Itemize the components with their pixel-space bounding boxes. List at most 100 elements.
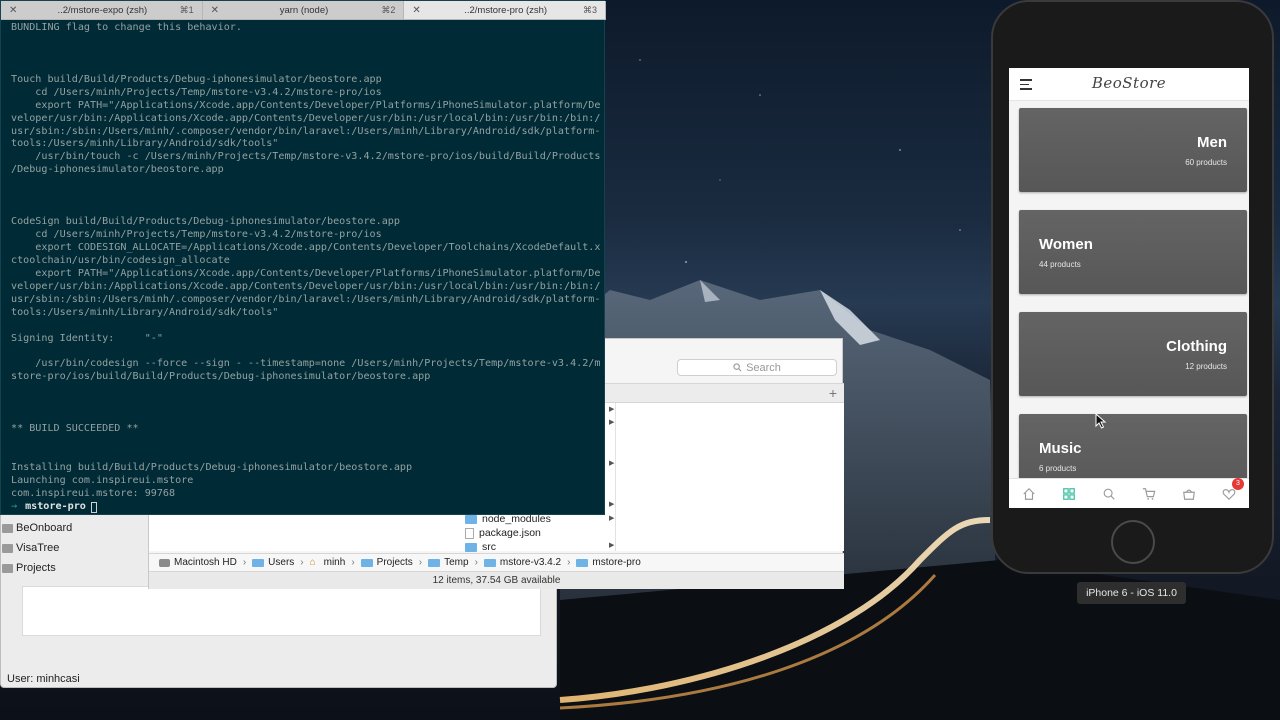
terminal-line: cd /Users/minh/Projects/Temp/mstore-v3.4…	[11, 229, 382, 240]
close-icon[interactable]: ✕	[412, 5, 428, 16]
path-crumb[interactable]: Projects	[360, 557, 413, 568]
path-label: minh	[323, 557, 346, 568]
close-icon[interactable]: ✕	[211, 5, 227, 16]
folder-icon	[252, 558, 265, 567]
app-screen: BeoStore Men 60 products Women 44 produc…	[1009, 68, 1249, 508]
path-label: Projects	[376, 557, 413, 568]
finder-sidebar: BeOnboard VisaTree Projects	[0, 518, 148, 578]
category-card-clothing[interactable]: Clothing 12 products	[1019, 312, 1247, 396]
path-bar: Macintosh HD › Users › ⌂ minh › Projects …	[149, 553, 844, 571]
file-row[interactable]: src	[465, 540, 496, 554]
grid-icon[interactable]	[1061, 486, 1077, 502]
terminal-window[interactable]: ✕ ..2/mstore-expo (zsh) ⌘1 ✕ yarn (node)…	[0, 0, 607, 515]
tab-shortcut: ⌘1	[179, 4, 194, 15]
path-crumb[interactable]: Temp	[428, 557, 469, 568]
column-arrows: ▶ ▶ ▶ ▶ ▶ ▶	[609, 406, 615, 549]
search-icon[interactable]	[1101, 486, 1117, 502]
terminal-line: Signing Identity: "-"	[11, 332, 163, 344]
add-button[interactable]: +	[825, 386, 841, 400]
app-header: BeoStore	[1009, 68, 1249, 101]
terminal-line: /usr/bin/touch -c /Users/minh/Projects/T…	[11, 151, 601, 163]
terminal-line: /Debug-iphonesimulator/beostore.app	[11, 164, 224, 176]
folder-icon	[576, 558, 589, 567]
terminal-tab-1[interactable]: ✕ ..2/mstore-expo (zsh) ⌘1	[1, 1, 203, 19]
home-icon[interactable]	[1021, 486, 1037, 502]
folder-icon	[483, 558, 496, 567]
bottom-tab-bar: 3	[1009, 477, 1249, 508]
terminal-line: Installing build/Build/Products/Debug-ip…	[11, 461, 413, 473]
close-icon[interactable]: ✕	[9, 5, 25, 16]
app-logo: BeoStore	[1091, 74, 1167, 92]
path-label: Temp	[444, 557, 469, 568]
wishlist-badge: 3	[1232, 477, 1244, 490]
terminal-line: veloper/usr/bin:/Applications/Xcode.app/…	[11, 280, 601, 292]
path-crumb[interactable]: mstore-v3.4.2	[483, 557, 562, 568]
path-crumb[interactable]: Macintosh HD	[159, 557, 237, 568]
terminal-line: veloper/usr/bin:/Applications/Xcode.app/…	[11, 112, 601, 124]
terminal-tab-2[interactable]: ✕ yarn (node) ⌘2	[202, 1, 405, 19]
path-label: mstore-v3.4.2	[499, 557, 562, 568]
heart-icon[interactable]: 3	[1221, 477, 1244, 502]
tab-shortcut: ⌘3	[583, 4, 598, 15]
cart-icon[interactable]	[1141, 486, 1157, 502]
terminal-output[interactable]: BUNDLING flag to change this behavior. To…	[11, 22, 603, 514]
category-name: Music	[1039, 440, 1082, 457]
path-label: Users	[268, 557, 295, 568]
terminal-tab-3[interactable]: ✕ ..2/mstore-pro (zsh) ⌘3	[404, 1, 607, 19]
folder-icon	[360, 558, 373, 567]
sidebar-item-visatree[interactable]: VisaTree	[0, 538, 148, 558]
path-crumb[interactable]: ⌂ minh	[310, 557, 346, 568]
chevron-right-icon: ›	[351, 557, 355, 568]
terminal-line: usr/sbin:/sbin:/Users/minh/.composer/ven…	[11, 125, 601, 137]
terminal-line: Touch build/Build/Products/Debug-iphones…	[11, 73, 382, 85]
category-name: Men	[1197, 134, 1227, 151]
file-icon	[465, 527, 474, 539]
home-button[interactable]	[1111, 520, 1155, 564]
sidebar-item-label: Projects	[16, 562, 56, 574]
search-field[interactable]: Search	[677, 359, 837, 376]
column-divider	[615, 403, 616, 551]
search-placeholder: Search	[746, 361, 781, 374]
sidebar-item-beonboard[interactable]: BeOnboard	[0, 518, 148, 538]
terminal-line: tools:/Users/minh/Library/Android/sdk/to…	[11, 306, 279, 318]
terminal-line: export PATH="/Applications/Xcode.app/Con…	[11, 99, 601, 111]
prompt-arrow-icon: →	[11, 500, 18, 512]
content-panel	[22, 586, 541, 636]
path-crumb[interactable]: Users	[252, 557, 294, 568]
path-crumb[interactable]: mstore-pro	[576, 557, 641, 568]
terminal-line: ctoolchain/usr/bin/codesign_allocate	[11, 254, 230, 266]
file-name: package.json	[479, 527, 541, 539]
folder-icon	[428, 558, 441, 567]
category-count: 44 products	[1039, 260, 1081, 269]
terminal-tabbar: ✕ ..2/mstore-expo (zsh) ⌘1 ✕ yarn (node)…	[1, 1, 607, 20]
terminal-line: CodeSign build/Build/Products/Debug-ipho…	[11, 216, 400, 228]
file-row[interactable]: package.json	[465, 526, 541, 540]
file-name: src	[482, 541, 496, 553]
simulator-label: iPhone 6 - iOS 11.0	[1077, 582, 1186, 604]
terminal-line: ** BUILD SUCCEEDED **	[11, 423, 139, 435]
chevron-right-icon: ›	[300, 557, 304, 568]
user-line: User: minhcasi	[7, 673, 80, 685]
category-card-women[interactable]: Women 44 products	[1019, 210, 1247, 294]
prompt-directory: mstore-pro	[25, 500, 86, 512]
category-card-men[interactable]: Men 60 products	[1019, 108, 1247, 192]
terminal-line: export PATH="/Applications/Xcode.app/Con…	[11, 267, 601, 279]
terminal-prompt[interactable]: → mstore-pro	[11, 501, 603, 514]
folder-icon	[465, 514, 477, 524]
status-bar: 12 items, 37.54 GB available	[149, 571, 844, 589]
sidebar-item-projects[interactable]: Projects	[0, 558, 148, 578]
chevron-right-icon: ›	[242, 557, 247, 568]
tab-title: yarn (node)	[279, 4, 329, 16]
folder-icon	[465, 542, 477, 552]
bag-icon[interactable]	[1181, 486, 1197, 502]
chevron-right-icon: ›	[567, 557, 571, 568]
folder-icon	[2, 543, 13, 553]
path-label: mstore-pro	[592, 557, 641, 568]
